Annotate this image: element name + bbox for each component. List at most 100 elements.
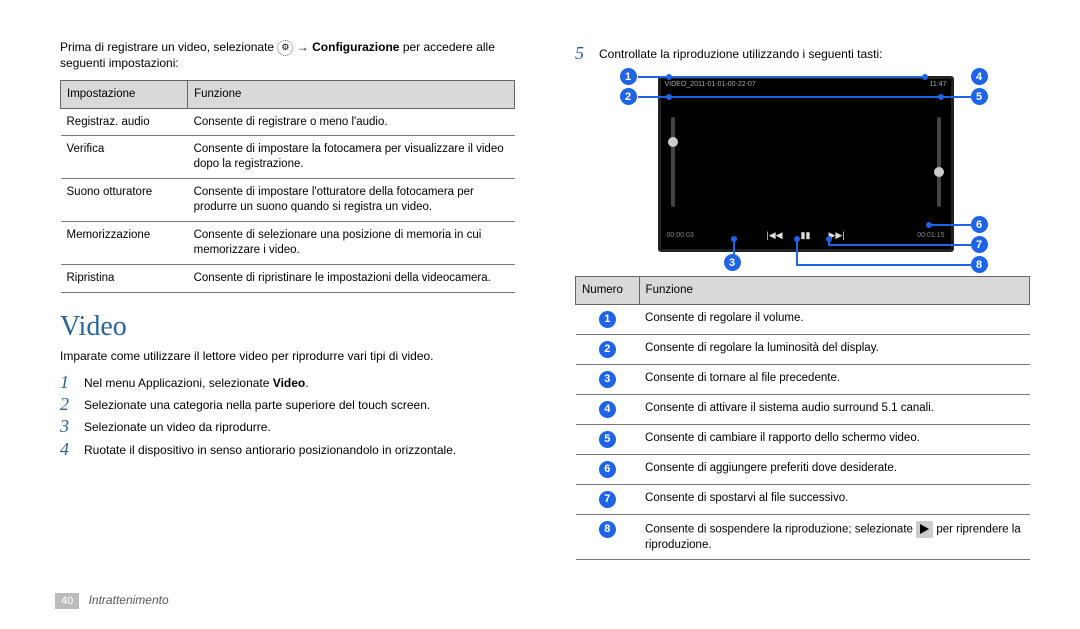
circle-num: 2 bbox=[599, 341, 616, 358]
cell: Memorizzazione bbox=[61, 222, 188, 265]
step-text: Ruotate il dispositivo in senso antiorar… bbox=[84, 440, 456, 458]
arrow-text: → bbox=[297, 40, 312, 54]
cell: Consente di cambiare il rapporto dello s… bbox=[639, 425, 1029, 455]
cell: Consente di sospendere la riproduzione; … bbox=[639, 515, 1029, 560]
callout-line bbox=[638, 96, 978, 98]
table-row: 2 Consente di regolare la luminosità del … bbox=[576, 335, 1030, 365]
table-row: 6Consente di aggiungere preferiti dove d… bbox=[576, 455, 1030, 485]
circle-num: 3 bbox=[599, 371, 616, 388]
step-text: Selezionate una categoria nella parte su… bbox=[84, 395, 430, 413]
play-icon bbox=[916, 521, 933, 538]
step-text: Nel menu Applicazioni, selezionate Video… bbox=[84, 373, 309, 391]
intro-pre: Prima di registrare un video, selezionat… bbox=[60, 40, 277, 54]
circle-num: 8 bbox=[599, 521, 616, 538]
circle-num: 2 bbox=[620, 88, 637, 105]
circle-num: 8 bbox=[971, 256, 988, 273]
circle-num: 4 bbox=[971, 68, 988, 85]
gear-icon: ⚙ bbox=[277, 40, 293, 56]
list-item: 3 Selezionate un video da riprodurre. bbox=[60, 417, 515, 435]
step-num: 3 bbox=[60, 417, 76, 435]
table-row: Registraz. audioConsente di registrare o… bbox=[61, 108, 515, 136]
settings-header-val: Funzione bbox=[188, 80, 515, 108]
cell: Registraz. audio bbox=[61, 108, 188, 136]
table-row: VerificaConsente di impostare la fotocam… bbox=[61, 136, 515, 179]
list-item: 1 Nel menu Applicazioni, selezionate Vid… bbox=[60, 373, 515, 391]
cell: Consente di regolare il volume. bbox=[639, 305, 1029, 335]
table-row: Suono otturatoreConsente di impostare l'… bbox=[61, 179, 515, 222]
callout-dot bbox=[938, 94, 944, 100]
prev-icon[interactable]: |◀◀ bbox=[766, 230, 782, 241]
cell: Consente di registrare o meno l'audio. bbox=[188, 108, 515, 136]
footer: 40 Intrattenimento bbox=[55, 593, 169, 609]
circle-num: 1 bbox=[620, 68, 637, 85]
table-row: 8 Consente di sospendere la riproduzione… bbox=[576, 515, 1030, 560]
callout-label-2: 2 bbox=[620, 88, 637, 105]
table-row: 4 Consente di attivare il sistema audio s… bbox=[576, 395, 1030, 425]
video-player-diagram: VIDEO_2011-01-01-00-22-07 11:47 00:00:03… bbox=[598, 66, 1008, 266]
callout-dot bbox=[926, 222, 932, 228]
video-body: Imparate come utilizzare il lettore vide… bbox=[60, 349, 515, 363]
cell: Consente di selezionare una posizione di… bbox=[188, 222, 515, 265]
table-row: 1 Consente di regolare il volume. bbox=[576, 305, 1030, 335]
circle-num: 7 bbox=[971, 236, 988, 253]
callout-label-4: 4 bbox=[971, 68, 988, 85]
callout-label-6: 6 bbox=[971, 216, 988, 233]
callout-dot bbox=[922, 74, 928, 80]
slider-knob[interactable] bbox=[934, 167, 944, 177]
t: Video bbox=[273, 376, 305, 390]
status-right: 11:47 bbox=[930, 81, 947, 91]
volume-slider[interactable] bbox=[671, 117, 675, 207]
status-bar: VIDEO_2011-01-01-00-22-07 11:47 bbox=[661, 79, 951, 93]
callout-dot bbox=[826, 236, 832, 242]
cell: Ripristina bbox=[61, 265, 188, 293]
video-player-screen: VIDEO_2011-01-01-00-22-07 11:47 00:00:03… bbox=[658, 76, 954, 252]
callout-dot bbox=[666, 94, 672, 100]
callout-line bbox=[638, 76, 928, 78]
cell: Suono otturatore bbox=[61, 179, 188, 222]
t: . bbox=[305, 376, 308, 390]
t: Consente di sospendere la riproduzione; … bbox=[645, 524, 916, 536]
cell: Consente di regolare la luminosità del d… bbox=[639, 335, 1029, 365]
callout-dot bbox=[794, 236, 800, 242]
callout-line bbox=[796, 238, 798, 264]
step-num: 1 bbox=[60, 373, 76, 391]
circle-num: 5 bbox=[971, 88, 988, 105]
circle-num: 1 bbox=[599, 311, 616, 328]
circle-num: 4 bbox=[599, 401, 616, 418]
table-row: 5 Consente di cambiare il rapporto dello … bbox=[576, 425, 1030, 455]
footer-section: Intrattenimento bbox=[89, 593, 169, 607]
list-item: 2 Selezionate una categoria nella parte … bbox=[60, 395, 515, 413]
step-num: 2 bbox=[60, 395, 76, 413]
slider-knob[interactable] bbox=[668, 137, 678, 147]
step-list: 1 Nel menu Applicazioni, selezionate Vid… bbox=[60, 373, 515, 458]
cell: Consente di impostare la fotocamera per … bbox=[188, 136, 515, 179]
cell: Consente di attivare il sistema audio su… bbox=[639, 395, 1029, 425]
circle-num: 7 bbox=[599, 491, 616, 508]
functions-table: Numero Funzione 1Consente di regolare il… bbox=[575, 276, 1030, 560]
step-num: 4 bbox=[60, 440, 76, 458]
page-number: 40 bbox=[55, 593, 79, 609]
callout-line bbox=[796, 264, 978, 266]
step-text: Controllate la riproduzione utilizzando … bbox=[599, 44, 883, 62]
intro-text: Prima di registrare un video, selezionat… bbox=[60, 40, 515, 72]
t: Nel menu Applicazioni, selezionate bbox=[84, 376, 273, 390]
callout-label-1: 1 bbox=[620, 68, 637, 85]
callout-label-5: 5 bbox=[971, 88, 988, 105]
list-item: 4 Ruotate il dispositivo in senso antior… bbox=[60, 440, 515, 458]
circle-num: 6 bbox=[971, 216, 988, 233]
func-header-num: Numero bbox=[576, 277, 640, 305]
table-row: 7Consente di spostarvi al file successiv… bbox=[576, 485, 1030, 515]
pause-icon[interactable]: ▮▮ bbox=[801, 230, 811, 241]
cell: Consente di ripristinare le impostazioni… bbox=[188, 265, 515, 293]
callout-dot bbox=[731, 236, 737, 242]
intro-bold: Configurazione bbox=[312, 40, 399, 54]
callout-label-3: 3 bbox=[724, 254, 741, 271]
circle-num: 5 bbox=[599, 431, 616, 448]
status-left: VIDEO_2011-01-01-00-22-07 bbox=[665, 81, 756, 91]
cell: Consente di aggiungere preferiti dove de… bbox=[639, 455, 1029, 485]
time-elapsed: 00:00:03 bbox=[667, 232, 694, 239]
settings-table: Impostazione Funzione Registraz. audioCo… bbox=[60, 80, 515, 293]
brightness-slider[interactable] bbox=[937, 117, 941, 207]
cell: Consente di impostare l'otturatore della… bbox=[188, 179, 515, 222]
circle-num: 3 bbox=[724, 254, 741, 271]
